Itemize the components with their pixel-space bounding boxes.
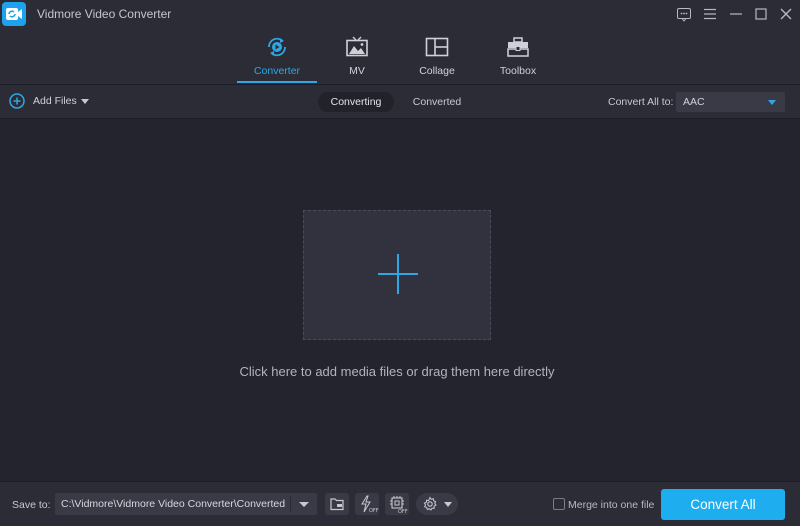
lightning-off-icon: OFF xyxy=(361,495,379,514)
bottom-bar: Save to: C:\Vidmore\Vidmore Video Conver… xyxy=(0,481,800,526)
chevron-down-icon xyxy=(444,502,452,507)
output-format-select[interactable]: AAC xyxy=(676,92,785,112)
file-drop-area: Click here to add media files or drag th… xyxy=(0,120,800,481)
app-logo-icon xyxy=(2,2,26,26)
tv-image-icon xyxy=(346,36,368,57)
collage-layout-icon xyxy=(425,37,449,57)
open-folder-button[interactable] xyxy=(325,493,349,515)
toolbar: Add Files Converting Converted Convert A… xyxy=(0,85,800,119)
maximize-icon xyxy=(755,8,767,20)
maximize-button[interactable] xyxy=(752,5,770,23)
plus-icon-vertical xyxy=(397,254,399,294)
toolbox-icon xyxy=(507,37,529,57)
folder-icon xyxy=(330,498,344,511)
chat-bubble-icon xyxy=(677,8,691,22)
tab-mv-label: MV xyxy=(349,65,365,77)
tab-converter[interactable]: Converter xyxy=(237,28,317,84)
add-circle-icon xyxy=(9,93,25,109)
merge-checkbox[interactable] xyxy=(553,498,565,510)
add-media-dropzone[interactable] xyxy=(303,210,491,340)
tab-converted[interactable]: Converted xyxy=(400,92,474,112)
cpu-off-icon: OFF xyxy=(390,496,408,515)
active-tab-indicator xyxy=(237,81,317,83)
gear-icon xyxy=(423,496,437,511)
add-files-dropdown-icon[interactable] xyxy=(81,99,89,104)
tab-converter-label: Converter xyxy=(253,65,301,77)
app-title: Vidmore Video Converter xyxy=(37,7,172,21)
menu-button[interactable] xyxy=(701,5,719,23)
feedback-button[interactable] xyxy=(675,5,693,23)
main-nav: Converter MV Collage Toolbox xyxy=(0,28,800,85)
title-bar: Vidmore Video Converter xyxy=(0,0,800,28)
save-path-select[interactable]: C:\Vidmore\Vidmore Video Converter\Conve… xyxy=(55,493,317,515)
tab-collage[interactable]: Collage xyxy=(397,28,477,84)
tab-mv[interactable]: MV xyxy=(317,28,397,84)
drop-hint-text[interactable]: Click here to add media files or drag th… xyxy=(0,364,794,379)
close-icon xyxy=(780,8,792,20)
tab-toolbox[interactable]: Toolbox xyxy=(478,28,558,84)
convert-all-button[interactable]: Convert All xyxy=(661,489,785,520)
chevron-down-icon xyxy=(768,100,776,105)
tab-toolbox-label: Toolbox xyxy=(499,65,537,77)
close-button[interactable] xyxy=(777,5,795,23)
output-format-value: AAC xyxy=(683,96,705,108)
tab-converting[interactable]: Converting xyxy=(318,92,394,112)
off-badge: OFF xyxy=(398,509,408,515)
save-path-value: C:\Vidmore\Vidmore Video Converter\Conve… xyxy=(61,498,286,510)
off-badge: OFF xyxy=(369,508,379,514)
minimize-icon xyxy=(730,13,742,15)
settings-button[interactable] xyxy=(416,493,458,515)
tab-collage-label: Collage xyxy=(419,65,455,77)
merge-label[interactable]: Merge into one file xyxy=(568,499,654,511)
converter-icon xyxy=(268,37,286,57)
add-files-label: Add Files xyxy=(33,95,77,107)
convert-all-to-label: Convert All to: xyxy=(608,96,674,108)
chevron-down-icon[interactable] xyxy=(299,502,309,507)
save-to-label: Save to: xyxy=(12,499,51,511)
minimize-button[interactable] xyxy=(727,5,745,23)
divider xyxy=(290,496,291,512)
app-window: Vidmore Video Converter Converter MV Col… xyxy=(0,0,800,526)
hamburger-menu-icon xyxy=(704,8,716,20)
gpu-acceleration-button[interactable]: OFF xyxy=(385,493,409,515)
hardware-acceleration-button[interactable]: OFF xyxy=(355,493,379,515)
